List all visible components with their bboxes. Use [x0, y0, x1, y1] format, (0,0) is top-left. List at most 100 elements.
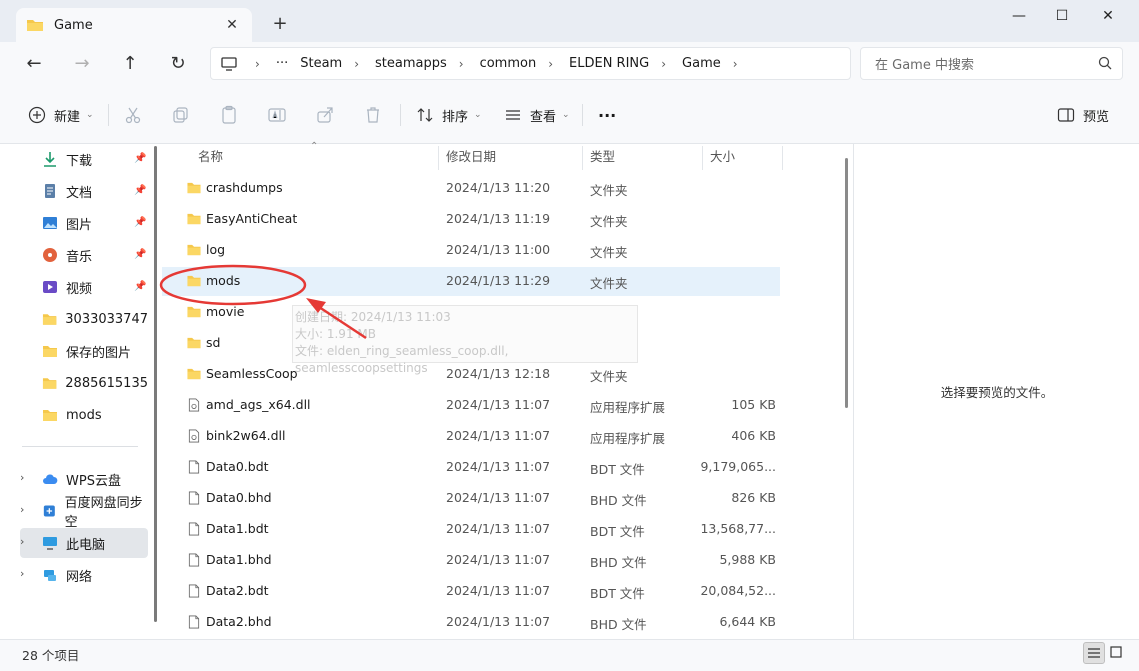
file-size: 6,644 KB: [719, 614, 776, 629]
file-row[interactable]: Data2.bdt 2024/1/13 11:07 BDT 文件 20,084,52.…: [162, 577, 780, 606]
cut-icon[interactable]: [123, 105, 143, 125]
sidebar-item-label: 文档: [66, 185, 93, 201]
close-window-button[interactable]: ✕: [1085, 4, 1131, 30]
music-icon: [43, 248, 57, 262]
file-row[interactable]: Data1.bdt 2024/1/13 11:07 BDT 文件 13,568,77.…: [162, 515, 780, 544]
pin-icon[interactable]: 📌: [134, 281, 146, 293]
address-bar[interactable]: › ··· Steam › steamapps › common › ELDEN RI…: [210, 47, 851, 80]
file-type: BDT 文件: [590, 524, 645, 539]
forward-button[interactable]: →: [66, 50, 98, 78]
chevron-right-icon[interactable]: ›: [20, 471, 24, 484]
column-header-size[interactable]: 大小: [702, 144, 782, 172]
chevron-right-icon[interactable]: ›: [542, 57, 563, 71]
breadcrumb-item[interactable]: ELDEN RING: [563, 56, 655, 71]
sidebar-item[interactable]: mods: [20, 400, 148, 430]
details-view-button[interactable]: [1083, 642, 1105, 664]
sidebar-item[interactable]: 3033033747: [20, 304, 148, 334]
folder-icon: [187, 306, 201, 318]
chevron-right-icon[interactable]: ›: [20, 535, 24, 548]
computer-icon[interactable]: [221, 56, 237, 71]
sidebar-item-label: 此电脑: [66, 537, 106, 553]
column-header-type[interactable]: 类型: [582, 144, 702, 172]
tooltip-files: 文件: elden_ring_seamless_coop.dll, seamle…: [295, 344, 509, 375]
file-type: BHD 文件: [590, 493, 647, 508]
pin-icon[interactable]: 📌: [134, 249, 146, 261]
view-button[interactable]: 查看 ⌄: [504, 102, 570, 128]
file-row[interactable]: Data1.bhd 2024/1/13 11:07 BHD 文件 5,988 KB: [162, 546, 780, 575]
pin-icon[interactable]: 📌: [134, 185, 146, 197]
sidebar-item-label: 下载: [66, 153, 93, 169]
delete-icon[interactable]: [363, 105, 383, 125]
share-icon[interactable]: [315, 105, 335, 125]
sidebar-item[interactable]: › WPS云盘: [20, 464, 148, 494]
copy-icon[interactable]: [171, 105, 191, 125]
minimize-button[interactable]: —: [996, 4, 1042, 30]
chevron-right-icon[interactable]: ›: [348, 57, 369, 71]
column-header-date[interactable]: 修改日期: [438, 144, 582, 172]
sidebar-item[interactable]: 文档 📌: [20, 176, 148, 206]
cloud-icon: [43, 474, 58, 484]
breadcrumb-item[interactable]: Game: [676, 56, 727, 71]
sidebar-scrollbar[interactable]: [154, 146, 157, 622]
file-row[interactable]: Data0.bhd 2024/1/13 11:07 BHD 文件 826 KB: [162, 484, 780, 513]
sidebar-item[interactable]: 视频 📌: [20, 272, 148, 302]
file-row[interactable]: Data0.bdt 2024/1/13 11:07 BDT 文件 9,179,065.…: [162, 453, 780, 482]
rename-icon[interactable]: [267, 105, 287, 125]
sidebar-item[interactable]: › 此电脑: [20, 528, 148, 558]
chevron-right-icon[interactable]: ›: [20, 503, 24, 516]
sidebar-item[interactable]: 图片 📌: [20, 208, 148, 238]
chevron-right-icon[interactable]: ›: [453, 57, 474, 71]
sidebar-divider: [22, 446, 138, 447]
file-size: 9,179,065...: [700, 459, 776, 474]
search-input[interactable]: 在 Game 中搜索: [860, 47, 1123, 80]
column-divider[interactable]: [782, 146, 783, 170]
file-name: Data0.bdt: [206, 459, 269, 474]
preview-button[interactable]: 预览: [1057, 102, 1109, 128]
large-icons-view-button[interactable]: [1106, 642, 1128, 664]
breadcrumb-item[interactable]: common: [474, 56, 543, 71]
sidebar-item[interactable]: 保存的图片: [20, 336, 148, 366]
tab-game[interactable]: Game ✕: [16, 8, 252, 42]
close-tab-icon[interactable]: ✕: [222, 15, 242, 35]
file-row[interactable]: bink2w64.dll 2024/1/13 11:07 应用程序扩展 406 KB: [162, 422, 780, 451]
new-tab-button[interactable]: +: [268, 13, 292, 37]
new-button[interactable]: 新建 ⌄: [28, 102, 94, 128]
sidebar-item[interactable]: 音乐 📌: [20, 240, 148, 270]
file-row[interactable]: Data2.bhd 2024/1/13 11:07 BHD 文件 6,644 KB: [162, 608, 780, 637]
breadcrumb-item[interactable]: Steam: [294, 56, 348, 71]
sort-button[interactable]: 排序 ⌄: [416, 102, 482, 128]
chevron-right-icon[interactable]: ›: [249, 57, 270, 71]
sidebar-item-label: WPS云盘: [66, 473, 121, 489]
breadcrumb-item[interactable]: steamapps: [369, 56, 453, 71]
file-row[interactable]: crashdumps 2024/1/13 11:20 文件夹: [162, 174, 780, 203]
paste-icon[interactable]: [219, 105, 239, 125]
up-button[interactable]: ↑: [114, 50, 146, 78]
sidebar-item[interactable]: › 百度网盘同步空: [20, 496, 148, 530]
sidebar-item-label: 音乐: [66, 249, 93, 265]
file-row[interactable]: mods 2024/1/13 11:29 文件夹: [162, 267, 780, 296]
preview-label: 预览: [1083, 109, 1110, 125]
sidebar-item-label: 3033033747: [65, 311, 148, 327]
chevron-right-icon[interactable]: ›: [727, 57, 748, 71]
chevron-right-icon[interactable]: ›: [20, 567, 24, 580]
details-view-icon: [1088, 648, 1100, 658]
sidebar-item[interactable]: 下载 📌: [20, 144, 148, 174]
folder-icon: [42, 314, 57, 325]
file-row[interactable]: amd_ags_x64.dll 2024/1/13 11:07 应用程序扩展 105 …: [162, 391, 780, 420]
chevron-right-icon[interactable]: ›: [655, 57, 676, 71]
more-crumbs[interactable]: ···: [270, 56, 294, 71]
pin-icon[interactable]: 📌: [134, 217, 146, 229]
back-button[interactable]: ←: [18, 50, 50, 78]
column-header-name[interactable]: 名称: [190, 144, 440, 172]
chevron-down-icon: ⌄: [86, 110, 94, 120]
refresh-button[interactable]: ↻: [162, 50, 194, 78]
sidebar-item[interactable]: 2885615135: [20, 368, 148, 398]
more-options-button[interactable]: ···: [598, 102, 616, 128]
sidebar-item[interactable]: › 网络: [20, 560, 148, 590]
maximize-button[interactable]: ☐: [1039, 4, 1085, 30]
pin-icon[interactable]: 📌: [134, 153, 146, 165]
folder-icon: [187, 213, 201, 225]
file-row[interactable]: log 2024/1/13 11:00 文件夹: [162, 236, 780, 265]
scrollbar[interactable]: [845, 158, 848, 408]
file-row[interactable]: EasyAntiCheat 2024/1/13 11:19 文件夹: [162, 205, 780, 234]
